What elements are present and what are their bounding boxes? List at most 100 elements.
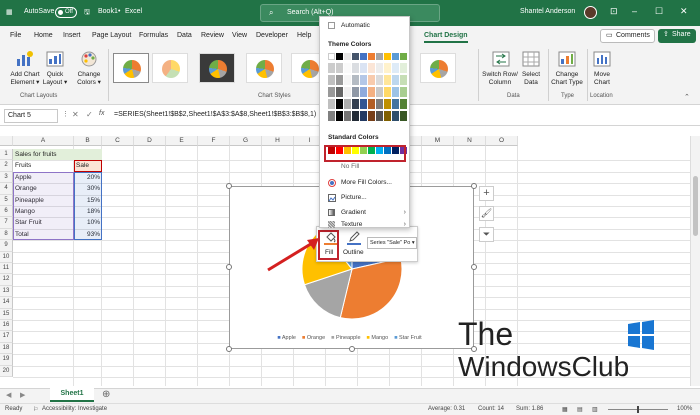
theme-color-swatch[interactable] [336, 63, 343, 73]
page-layout-view-icon[interactable]: ▤ [577, 406, 583, 413]
chart-style-2[interactable] [152, 53, 188, 83]
prev-sheet-icon[interactable]: ◀ [6, 391, 11, 399]
theme-color-swatch[interactable] [384, 53, 391, 60]
resize-handle[interactable] [226, 346, 232, 352]
series-selector[interactable]: Series "Sale" Po ▾ [367, 237, 417, 249]
theme-color-swatch[interactable] [328, 63, 335, 73]
theme-color-swatch[interactable] [384, 87, 391, 97]
theme-color-swatch[interactable] [352, 99, 359, 109]
column-header[interactable]: E [166, 136, 198, 146]
theme-color-swatch[interactable] [344, 87, 351, 97]
row-header[interactable]: 14 [0, 297, 13, 309]
column-header[interactable]: N [454, 136, 486, 146]
column-header[interactable]: F [198, 136, 230, 146]
no-fill-option[interactable]: No Fill [328, 160, 408, 174]
add-sheet-icon[interactable]: ⊕ [102, 389, 110, 400]
theme-color-swatch[interactable] [328, 53, 335, 60]
menu-view[interactable]: View [232, 32, 247, 39]
column-header[interactable]: H [262, 136, 294, 146]
gradient-option[interactable]: Gradient › [328, 206, 408, 220]
row-header[interactable]: 7 [0, 217, 13, 229]
theme-color-swatch[interactable] [344, 75, 351, 85]
formula-text[interactable]: =SERIES(Sheet1!$B$2,Sheet1!$A$3:$A$8,She… [114, 111, 316, 118]
chart-legend[interactable]: ■ Apple ■ Orange ■ Pineapple ■ Mango ■ Star … [230, 335, 475, 341]
normal-view-icon[interactable]: ▦ [562, 406, 568, 413]
menu-review[interactable]: Review [201, 32, 224, 39]
row-header[interactable]: 4 [0, 183, 13, 195]
menu-file[interactable]: File [10, 32, 21, 39]
theme-color-swatch[interactable] [376, 53, 383, 60]
zoom-slider[interactable] [608, 406, 668, 413]
chart-style-1[interactable] [113, 53, 149, 83]
theme-color-swatch[interactable] [352, 53, 359, 60]
page-break-view-icon[interactable]: ▥ [592, 406, 598, 413]
theme-color-swatch[interactable] [392, 87, 399, 97]
legend-item[interactable]: ■ Orange [302, 335, 325, 341]
resize-handle[interactable] [471, 264, 477, 270]
row-header[interactable]: 8 [0, 228, 13, 241]
row-header[interactable]: 18 [0, 342, 13, 355]
theme-color-swatch[interactable] [336, 99, 343, 109]
theme-color-swatch[interactable] [344, 99, 351, 109]
next-sheet-icon[interactable]: ▶ [20, 391, 25, 399]
theme-color-swatch[interactable] [392, 63, 399, 73]
more-icon[interactable]: ⋮ [62, 110, 69, 118]
menu-chart-design[interactable]: Chart Design [424, 32, 468, 43]
column-header[interactable]: G [230, 136, 262, 146]
row-header[interactable]: 3 [0, 171, 13, 184]
theme-color-swatch[interactable] [400, 99, 407, 109]
share-button[interactable]: ⇪ Share [658, 29, 696, 43]
column-header[interactable]: B [74, 136, 102, 146]
chart-style-4[interactable] [246, 53, 282, 83]
menu-page-layout[interactable]: Page Layout [92, 32, 131, 39]
column-header[interactable]: C [102, 136, 134, 146]
theme-color-swatch[interactable] [352, 111, 359, 121]
theme-color-swatch[interactable] [344, 63, 351, 73]
minimize-icon[interactable]: – [632, 6, 637, 16]
legend-item[interactable]: ■ Star Fruit [394, 335, 421, 341]
legend-item[interactable]: ■ Apple [277, 335, 296, 341]
function-icon[interactable]: fx [99, 110, 104, 117]
cancel-icon[interactable]: ✕ [72, 110, 79, 119]
menu-data[interactable]: Data [177, 32, 192, 39]
theme-color-swatch[interactable] [360, 87, 367, 97]
chart-elements-plus-icon[interactable]: + [479, 186, 494, 201]
row-header[interactable]: 17 [0, 331, 13, 343]
row-header[interactable]: 13 [0, 285, 13, 298]
row-header[interactable]: 20 [0, 365, 13, 377]
theme-color-swatch[interactable] [384, 111, 391, 121]
texture-option[interactable]: Texture › [328, 221, 408, 229]
menu-formulas[interactable]: Formulas [139, 32, 168, 39]
row-header[interactable]: 2 [0, 160, 13, 172]
theme-color-swatch[interactable] [384, 75, 391, 85]
theme-color-swatch[interactable] [336, 111, 343, 121]
resize-handle[interactable] [471, 183, 477, 189]
row-header[interactable]: 1 [0, 149, 13, 161]
menu-help[interactable]: Help [297, 32, 311, 39]
more-fill-colors-option[interactable]: More Fill Colors... [328, 176, 408, 190]
theme-color-swatch[interactable] [336, 75, 343, 85]
theme-color-swatch[interactable] [376, 111, 383, 121]
accessibility-status[interactable]: Accessibility: Investigate [42, 406, 107, 412]
chart-filter-icon[interactable]: ⏷ [479, 227, 494, 242]
outline-button[interactable]: Outline [342, 230, 366, 260]
column-header[interactable]: M [422, 136, 454, 146]
row-header[interactable]: 10 [0, 251, 13, 263]
theme-color-swatch[interactable] [352, 63, 359, 73]
theme-color-swatch[interactable] [360, 63, 367, 73]
picture-option[interactable]: Picture... [328, 191, 408, 205]
theme-color-swatch[interactable] [368, 87, 375, 97]
theme-color-swatch[interactable] [328, 99, 335, 109]
row-header[interactable]: 11 [0, 263, 13, 275]
row-header[interactable]: 15 [0, 308, 13, 320]
theme-color-swatch[interactable] [344, 111, 351, 121]
column-header[interactable]: O [486, 136, 518, 146]
maximize-icon[interactable]: ☐ [655, 6, 663, 17]
resize-handle[interactable] [226, 264, 232, 270]
theme-color-swatch[interactable] [400, 75, 407, 85]
name-box[interactable]: Chart 5 [4, 109, 58, 123]
theme-color-swatch[interactable] [368, 99, 375, 109]
theme-color-swatch[interactable] [400, 63, 407, 73]
column-header[interactable]: D [134, 136, 166, 146]
automatic-option[interactable]: Automatic [328, 19, 408, 33]
